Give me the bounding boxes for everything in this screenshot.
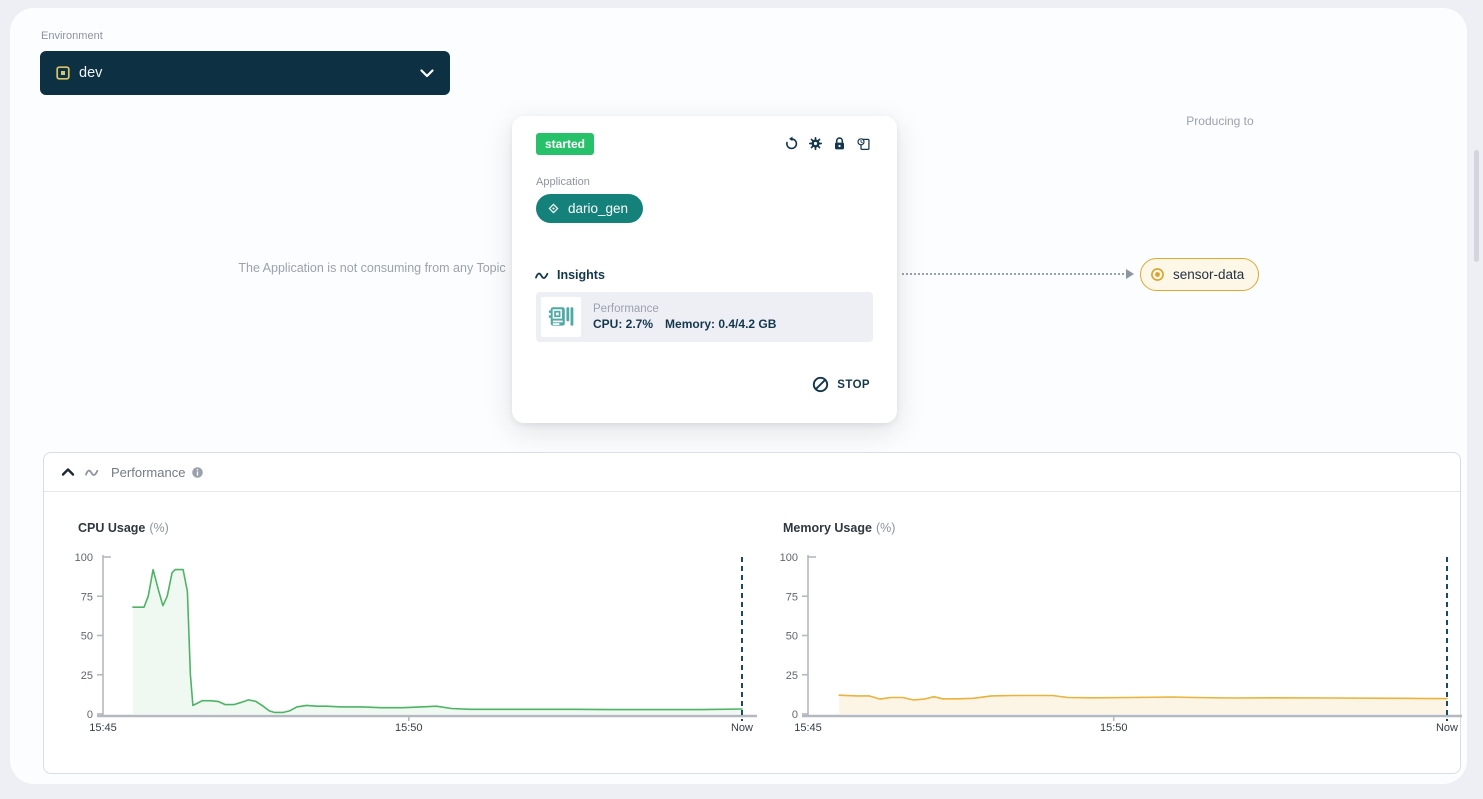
motherboard-icon	[548, 304, 574, 330]
deployment-card: started Application dario_gen Insights P…	[512, 116, 897, 423]
insight-title: Performance	[593, 303, 659, 315]
stop-label: STOP	[837, 378, 870, 391]
output-connector-line	[902, 273, 1128, 275]
environment-selected-value: dev	[79, 65, 103, 81]
svg-text:50: 50	[786, 631, 798, 643]
svg-text:15:45: 15:45	[794, 722, 822, 734]
lock-icon[interactable]	[832, 136, 847, 151]
stop-button[interactable]: STOP	[812, 376, 870, 393]
status-badge: started	[536, 133, 595, 155]
pipeline-page: Environment dev The Application is not c…	[0, 0, 1483, 799]
application-chip[interactable]: dario_gen	[536, 194, 644, 223]
stop-icon	[812, 376, 829, 393]
svg-text:50: 50	[81, 631, 93, 643]
wave-icon	[84, 466, 100, 478]
memory-usage-chart: Memory Usage (%) 0 25 50 75 100 15:45 15:50 Now	[776, 515, 1476, 765]
pipeline-canvas: Environment dev The Application is not c…	[10, 8, 1467, 784]
svg-text:100: 100	[780, 552, 798, 564]
svg-text:15:50: 15:50	[1100, 722, 1128, 734]
environment-label: Environment	[41, 30, 103, 42]
scrollbar-thumb[interactable]	[1474, 150, 1479, 262]
environment-dropdown[interactable]: dev	[40, 51, 450, 95]
producing-to-label: Producing to	[1186, 114, 1254, 128]
performance-panel-header: Performance	[44, 453, 1460, 492]
logs-icon[interactable]	[856, 136, 871, 151]
svg-text:Now: Now	[731, 722, 753, 734]
chip-icon-box	[541, 297, 581, 337]
cpu-chart-title: CPU Usage (%)	[78, 521, 169, 535]
application-icon	[546, 201, 561, 216]
performance-panel: Performance CPU Usage (%) 0 25 50 75 100 15:45…	[43, 452, 1462, 774]
collapse-chevron-up-icon[interactable]	[61, 467, 75, 477]
svg-text:Now: Now	[1436, 722, 1458, 734]
performance-insight-row[interactable]: Performance CPU: 2.7% Memory: 0.4/4.2 GB	[536, 292, 873, 342]
insights-label: Insights	[557, 268, 605, 282]
connector-arrow-icon	[1126, 269, 1134, 279]
chevron-down-icon	[420, 68, 434, 78]
svg-text:75: 75	[786, 591, 798, 603]
svg-text:0: 0	[792, 709, 798, 721]
topic-name: sensor-data	[1173, 267, 1245, 282]
info-icon[interactable]	[191, 466, 204, 479]
svg-text:0: 0	[87, 709, 93, 721]
svg-text:25: 25	[81, 670, 93, 682]
svg-text:25: 25	[786, 670, 798, 682]
wave-icon	[534, 269, 550, 281]
svg-text:75: 75	[81, 591, 93, 603]
no-input-topic-text: The Application is not consuming from an…	[238, 261, 506, 275]
svg-text:15:45: 15:45	[89, 722, 117, 734]
svg-text:100: 100	[75, 552, 93, 564]
application-label: Application	[536, 176, 590, 188]
performance-panel-title: Performance	[111, 464, 186, 480]
cpu-metric: CPU: 2.7%	[593, 317, 654, 331]
application-name: dario_gen	[568, 201, 629, 216]
svg-text:15:50: 15:50	[395, 722, 423, 734]
environment-icon	[56, 66, 70, 80]
card-action-icons	[784, 136, 871, 151]
redeploy-icon[interactable]	[784, 136, 799, 151]
memory-metric: Memory: 0.4/4.2 GB	[665, 317, 777, 331]
insights-header: Insights	[534, 268, 605, 282]
topic-icon	[1150, 267, 1165, 282]
settings-icon[interactable]	[808, 136, 823, 151]
cpu-chart-plot: 0 25 50 75 100 15:45 15:50 Now	[71, 541, 771, 741]
memory-chart-plot: 0 25 50 75 100 15:45 15:50 Now	[776, 541, 1476, 741]
memory-chart-title: Memory Usage (%)	[783, 521, 896, 535]
cpu-usage-chart: CPU Usage (%) 0 25 50 75 100 15:45 15:50 Now	[71, 515, 771, 765]
topic-node-sensor-data[interactable]: sensor-data	[1140, 258, 1260, 291]
